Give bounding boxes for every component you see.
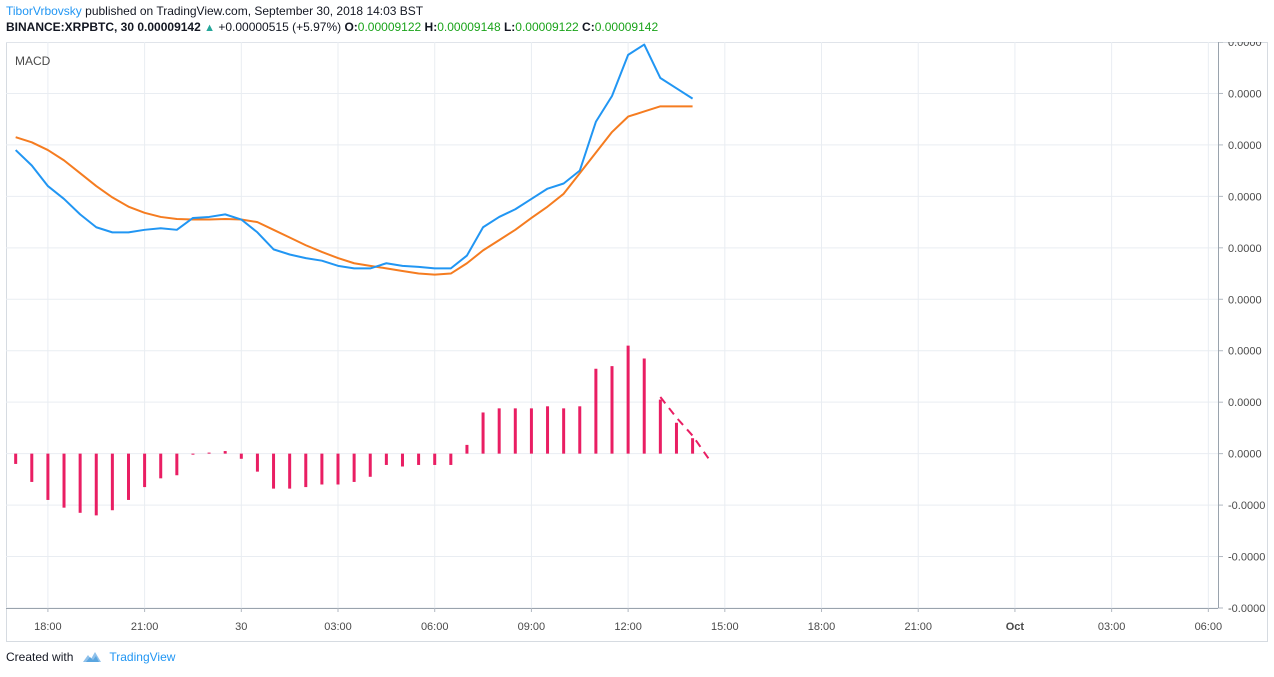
tradingview-cloud-icon <box>81 650 103 664</box>
price-tick-label: -0.0000 <box>1228 500 1265 512</box>
open-label: O: <box>344 20 358 34</box>
time-tick-label: 03:00 <box>324 621 352 633</box>
published-text: published on TradingView.com, September … <box>85 4 424 18</box>
chart-header: TiborVrbovsky published on TradingView.c… <box>6 4 658 36</box>
triangle-up-icon: ▲ <box>204 22 215 34</box>
macd-chart[interactable]: 0.0000 0.0000 0.0000 0.0000 0.0000 0.0000 0.00… <box>6 42 1268 642</box>
author-link[interactable]: TiborVrbovsky <box>6 4 82 18</box>
price-tick-label: 0.0000 <box>1228 42 1262 49</box>
time-tick-label: 21:00 <box>131 621 159 633</box>
time-tick-label: 21:00 <box>904 621 932 633</box>
price-tick-label: 0.0000 <box>1228 243 1262 255</box>
high-label: H: <box>424 20 438 34</box>
price-tick-label: 0.0000 <box>1228 88 1262 100</box>
price-tick-label: 0.0000 <box>1228 191 1262 203</box>
symbol-label: BINANCE:XRPBTC, 30 <box>6 20 135 34</box>
publisher-line: TiborVrbovsky published on TradingView.c… <box>6 4 658 20</box>
price-tick-label: 0.0000 <box>1228 397 1262 409</box>
time-tick-label: 15:00 <box>711 621 739 633</box>
created-with-text: Created with <box>6 650 74 664</box>
time-tick-label: Oct <box>1006 621 1025 633</box>
footer: Created with TradingView <box>6 650 175 664</box>
high-value: 0.00009148 <box>437 20 501 34</box>
price-tick-label: 0.0000 <box>1228 294 1262 306</box>
time-tick-label: 03:00 <box>1098 621 1126 633</box>
ohlc-line: BINANCE:XRPBTC, 30 0.00009142 ▲ +0.00000… <box>6 20 658 36</box>
close-label: C: <box>582 20 595 34</box>
price-tick-label: -0.0000 <box>1228 603 1265 615</box>
time-tick-label: 18:00 <box>808 621 836 633</box>
time-tick-label: 18:00 <box>34 621 62 633</box>
time-tick-label: 12:00 <box>614 621 642 633</box>
time-tick-label: 06:00 <box>1195 621 1223 633</box>
tradingview-link[interactable]: TradingView <box>109 650 175 664</box>
macd-chart-svg[interactable]: 0.0000 0.0000 0.0000 0.0000 0.0000 0.0000 0.00… <box>6 42 1268 642</box>
price-tick-label: 0.0000 <box>1228 346 1262 358</box>
low-value: 0.00009122 <box>515 20 579 34</box>
time-tick-label: 30 <box>235 621 247 633</box>
time-tick-label: 06:00 <box>421 621 449 633</box>
close-value: 0.00009142 <box>594 20 659 34</box>
last-price: 0.00009142 <box>137 20 201 34</box>
time-tick-label: 09:00 <box>518 621 546 633</box>
price-tick-label: 0.0000 <box>1228 140 1262 152</box>
chart-title: MACD <box>15 54 51 68</box>
open-value: 0.00009122 <box>357 20 422 34</box>
low-label: L: <box>503 20 516 34</box>
chart-border <box>6 42 1268 642</box>
price-tick-label: 0.0000 <box>1228 449 1262 461</box>
price-tick-label: -0.0000 <box>1228 552 1265 564</box>
price-change: +0.00000515 (+5.97%) <box>218 20 342 34</box>
